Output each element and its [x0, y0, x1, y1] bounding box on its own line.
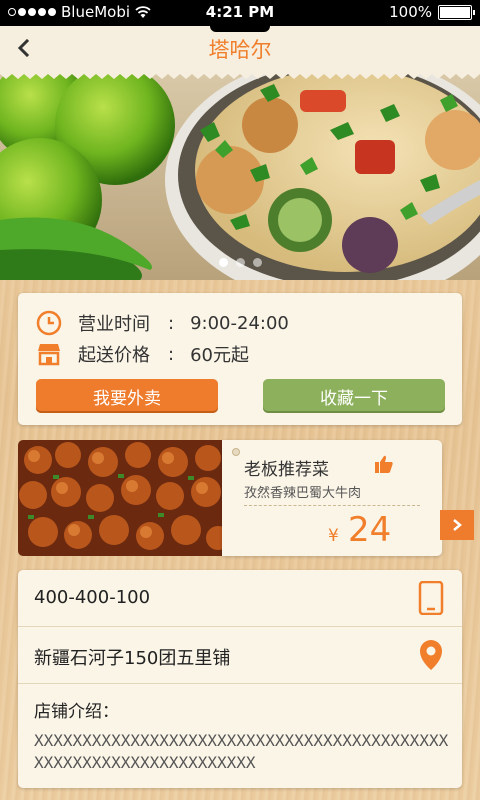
hours-row: 营业时间 : 9:00-24:00 [36, 310, 289, 336]
address-text: 新疆石河子150团五里铺 [34, 648, 231, 669]
order-takeout-button[interactable]: 我要外卖 [36, 379, 218, 413]
recommended-dish-image[interactable] [18, 440, 222, 556]
favorite-button[interactable]: 收藏一下 [263, 379, 445, 413]
min-price-value: 60元起 [190, 345, 249, 366]
page-title: 塔哈尔 [208, 38, 272, 62]
pager-dot-2[interactable] [235, 258, 245, 267]
clock-icon [36, 310, 62, 336]
hours-label: 营业时间 [78, 314, 150, 335]
zigzag-divider [0, 70, 480, 79]
pager-dot-1[interactable] [218, 258, 228, 267]
recommend-card[interactable]: 老板推荐菜 孜然香辣巴蜀大牛肉 ¥ 24 [222, 440, 442, 556]
tag-hole [232, 448, 240, 456]
shop-icon [38, 344, 60, 366]
min-price-label: 起送价格 [78, 345, 150, 366]
phone-number: 400-400-100 [34, 587, 151, 608]
pager-dot-3[interactable] [252, 258, 262, 267]
store-details-card: 400-400-100 新疆石河子150团五里铺 店铺介绍： XXXXXXXXX… [18, 570, 462, 788]
battery-label: 100% [389, 3, 432, 21]
min-price-separator: : [168, 343, 175, 365]
hero-food-illustration [0, 70, 480, 280]
hero-image[interactable] [0, 70, 480, 280]
nav-bar: 塔哈尔 [0, 26, 480, 70]
store-info-card: 营业时间 : 9:00-24:00 起送价格 : 60元起 我要外卖 收藏一下 [18, 293, 462, 425]
hero-pager[interactable] [0, 258, 480, 267]
location-pin-icon [420, 640, 442, 670]
status-bar: BlueMobi 4:21 PM 100% [0, 0, 480, 26]
phone-row[interactable]: 400-400-100 [18, 570, 462, 627]
hours-separator: : [168, 312, 175, 334]
dish-illustration [18, 440, 222, 556]
chevron-right-icon [453, 519, 462, 531]
store-intro-label: 店铺介绍： [34, 702, 119, 722]
recommend-price: 24 [348, 510, 392, 550]
recommend-title: 老板推荐菜 [244, 460, 329, 480]
recommend-dish-name: 孜然香辣巴蜀大牛肉 [244, 486, 362, 501]
store-intro-text: XXXXXXXXXXXXXXXXXXXXXXXXXXXXXXXXXXXXXXXX… [34, 731, 449, 772]
thumbs-up-icon [375, 455, 393, 473]
notch-decoration [210, 26, 270, 32]
address-row[interactable]: 新疆石河子150团五里铺 [18, 627, 462, 684]
hours-value: 9:00-24:00 [190, 312, 289, 334]
recommend-more-button[interactable] [440, 510, 474, 540]
min-price-row: 起送价格 : 60元起 [36, 341, 249, 367]
price-currency: ¥ [328, 526, 339, 546]
dashed-divider [244, 505, 420, 506]
status-right: 100% [389, 3, 475, 21]
battery-icon [438, 4, 475, 20]
location-button[interactable] [414, 637, 448, 673]
phone-button[interactable] [414, 580, 448, 616]
phone-icon [418, 581, 444, 615]
